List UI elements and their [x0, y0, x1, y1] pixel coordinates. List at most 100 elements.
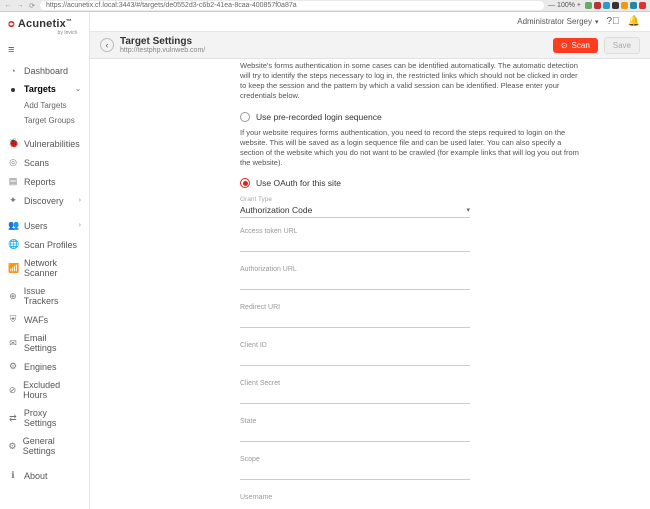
tracker-icon: ⊕	[8, 291, 18, 302]
primary-nav: ◔Dashboard Targets ⌄ Add Targets Target G…	[0, 62, 89, 485]
brand-byline: by Invicti	[8, 30, 81, 36]
user-label: Administrator Sergey	[517, 17, 592, 26]
engine-icon: ⚙	[8, 361, 18, 372]
menu-toggle-icon[interactable]: ≡	[0, 38, 89, 62]
radio-oauth[interactable]: Use OAuth for this site	[240, 178, 630, 188]
radio-prerecorded[interactable]: Use pre-recorded login sequence	[240, 112, 630, 122]
page-header: ‹ Target Settings http://testphp.vulnweb…	[90, 32, 650, 59]
chevron-right-icon: ›	[79, 222, 81, 229]
address-bar[interactable]: https://acunetix.cf.local:3443/#/targets…	[40, 1, 544, 10]
nav-email-settings[interactable]: ✉ Email Settings	[0, 329, 89, 357]
scan-button[interactable]: ⊙Scan	[553, 38, 598, 53]
save-button: Save	[604, 37, 640, 54]
nav-targets[interactable]: Targets ⌄	[0, 80, 89, 98]
help-icon[interactable]: ?⃝	[606, 16, 619, 27]
client-id-input[interactable]	[240, 351, 470, 366]
nav-scans[interactable]: ◎Scans	[0, 153, 89, 172]
radio-label: Use pre-recorded login sequence	[256, 112, 382, 122]
auth-description-2: If your website requires forms authentic…	[240, 128, 580, 169]
nav-label: Excluded Hours	[23, 380, 81, 400]
redirect-uri-input[interactable]	[240, 313, 470, 328]
globe-icon: 🌐	[8, 239, 18, 250]
field-label: Access token URL	[240, 228, 470, 235]
nav-label: General Settings	[23, 436, 81, 456]
info-icon: ℹ	[8, 470, 18, 481]
nav-engines[interactable]: ⚙ Engines	[0, 357, 89, 376]
nav-add-targets[interactable]: Add Targets	[0, 98, 89, 113]
back-icon[interactable]: ←	[4, 2, 12, 9]
grant-type-caption: Grant Type	[240, 196, 630, 203]
discovery-icon: ✦	[8, 195, 18, 206]
radio-icon[interactable]	[240, 178, 250, 188]
forward-icon[interactable]: →	[16, 2, 24, 9]
page-subtitle: http://testphp.vulnweb.com/	[120, 47, 547, 54]
target-icon	[11, 88, 15, 92]
zoom-indicator: — 100% +	[548, 2, 581, 9]
brand-name: Acunetix	[18, 18, 66, 30]
clock-icon: ⊘	[8, 385, 17, 396]
network-icon: 📶	[8, 263, 18, 274]
nav-proxy-settings[interactable]: ⇄Proxy Settings	[0, 404, 89, 432]
reload-icon[interactable]: ⟳	[28, 2, 36, 10]
nav-label: Engines	[24, 362, 57, 372]
nav-vulnerabilities[interactable]: 🐞Vulnerabilities	[0, 134, 89, 153]
nav-issue-trackers[interactable]: ⊕ Issue Trackers	[0, 282, 89, 310]
chevron-down-icon: ▾	[595, 18, 599, 26]
chevron-down-icon: ▾	[466, 206, 470, 214]
chevron-down-icon: ⌄	[75, 85, 81, 93]
email-icon: ✉	[8, 338, 18, 349]
settings-panel: Website's forms authentication in some c…	[240, 59, 650, 509]
grant-type-select[interactable]: Authorization Code ▾	[240, 203, 470, 218]
nav-reports[interactable]: ▤ Reports	[0, 172, 89, 191]
user-menu[interactable]: Administrator Sergey▾	[517, 17, 598, 26]
nav-excluded-hours[interactable]: ⊘ Excluded Hours	[0, 376, 89, 404]
nav-label: Scan Profiles	[24, 240, 77, 250]
field-label: State	[240, 418, 470, 425]
field-label: Username	[240, 494, 470, 501]
field-label: Scope	[240, 456, 470, 463]
authorization-url-input[interactable]	[240, 275, 470, 290]
users-icon: 👥	[8, 220, 18, 231]
nav-target-groups[interactable]: Target Groups	[0, 113, 89, 128]
nav-about[interactable]: ℹAbout	[0, 466, 89, 485]
nav-general-settings[interactable]: ⚙General Settings	[0, 432, 89, 460]
nav-label: Email Settings	[24, 333, 81, 353]
nav-label: Network Scanner	[24, 258, 81, 278]
radio-label: Use OAuth for this site	[256, 178, 341, 188]
page-title: Target Settings	[120, 36, 547, 47]
nav-label: Targets	[24, 84, 56, 94]
reports-icon: ▤	[8, 176, 18, 187]
field-label: Client ID	[240, 342, 470, 349]
nav-label: Vulnerabilities	[24, 139, 80, 149]
select-value: Authorization Code	[240, 205, 312, 215]
nav-label: Users	[24, 221, 48, 231]
chevron-right-icon: ›	[79, 197, 81, 204]
crosshair-icon: ⊙	[561, 41, 568, 50]
back-button[interactable]: ‹	[100, 38, 114, 52]
auth-description-1: Website's forms authentication in some c…	[240, 61, 580, 102]
extensions-tray	[585, 2, 646, 9]
field-label: Authorization URL	[240, 266, 470, 273]
nav-users[interactable]: 👥 Users ›	[0, 216, 89, 235]
nav-label: Reports	[24, 177, 56, 187]
waf-icon: ⛨	[8, 314, 18, 325]
username-input[interactable]	[240, 503, 470, 509]
nav-label: WAFs	[24, 315, 48, 325]
nav-discovery[interactable]: ✦ Discovery ›	[0, 191, 89, 210]
state-input[interactable]	[240, 427, 470, 442]
nav-label: Discovery	[24, 196, 64, 206]
access-token-url-input[interactable]	[240, 237, 470, 252]
nav-label: Scans	[24, 158, 49, 168]
dashboard-icon: ◔	[8, 66, 18, 76]
bell-icon[interactable]: 🔔	[628, 16, 640, 27]
nav-label: Issue Trackers	[24, 286, 81, 306]
nav-network-scanner[interactable]: 📶 Network Scanner	[0, 254, 89, 282]
nav-scan-profiles[interactable]: 🌐 Scan Profiles	[0, 235, 89, 254]
scope-input[interactable]	[240, 465, 470, 480]
radio-icon[interactable]	[240, 112, 250, 122]
client-secret-input[interactable]	[240, 389, 470, 404]
nav-dashboard[interactable]: ◔Dashboard	[0, 62, 89, 80]
nav-label: Proxy Settings	[24, 408, 81, 428]
field-label: Redirect URI	[240, 304, 470, 311]
nav-wafs[interactable]: ⛨ WAFs	[0, 310, 89, 329]
